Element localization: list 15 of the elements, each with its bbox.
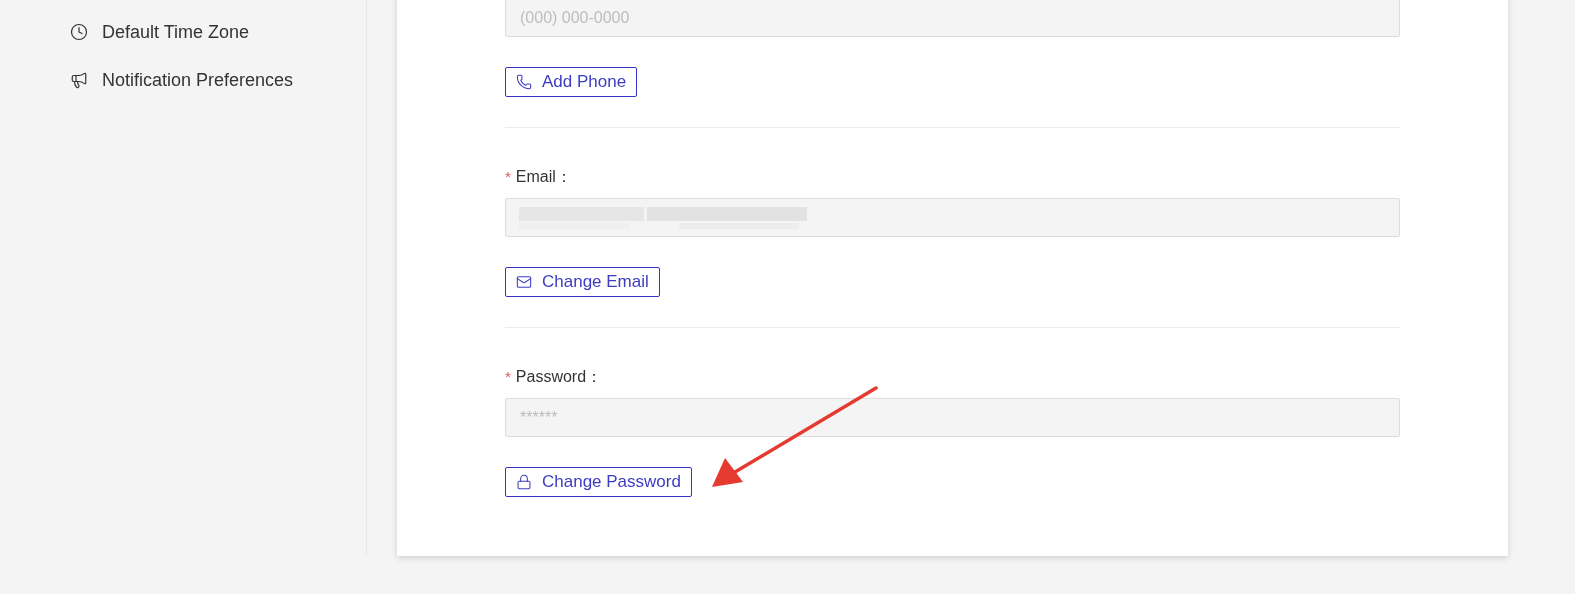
add-phone-button[interactable]: Add Phone: [505, 67, 638, 97]
megaphone-icon: [70, 71, 88, 89]
email-field[interactable]: [505, 198, 1400, 237]
phone-icon: [516, 74, 532, 90]
change-email-button[interactable]: Change Email: [505, 267, 660, 297]
sidebar-item[interactable]: Default Time Zone: [70, 20, 366, 44]
required-mark: *: [505, 166, 511, 187]
clock-icon: [70, 23, 88, 41]
required-mark: *: [505, 366, 511, 387]
mail-icon: [516, 274, 532, 290]
field-label: Password：: [515, 367, 603, 387]
lock-icon: [516, 474, 532, 490]
sidebar-item[interactable]: Notification Preferences: [70, 68, 366, 92]
change-password-button[interactable]: Change Password: [505, 467, 692, 497]
field-label: Email：: [515, 167, 572, 187]
